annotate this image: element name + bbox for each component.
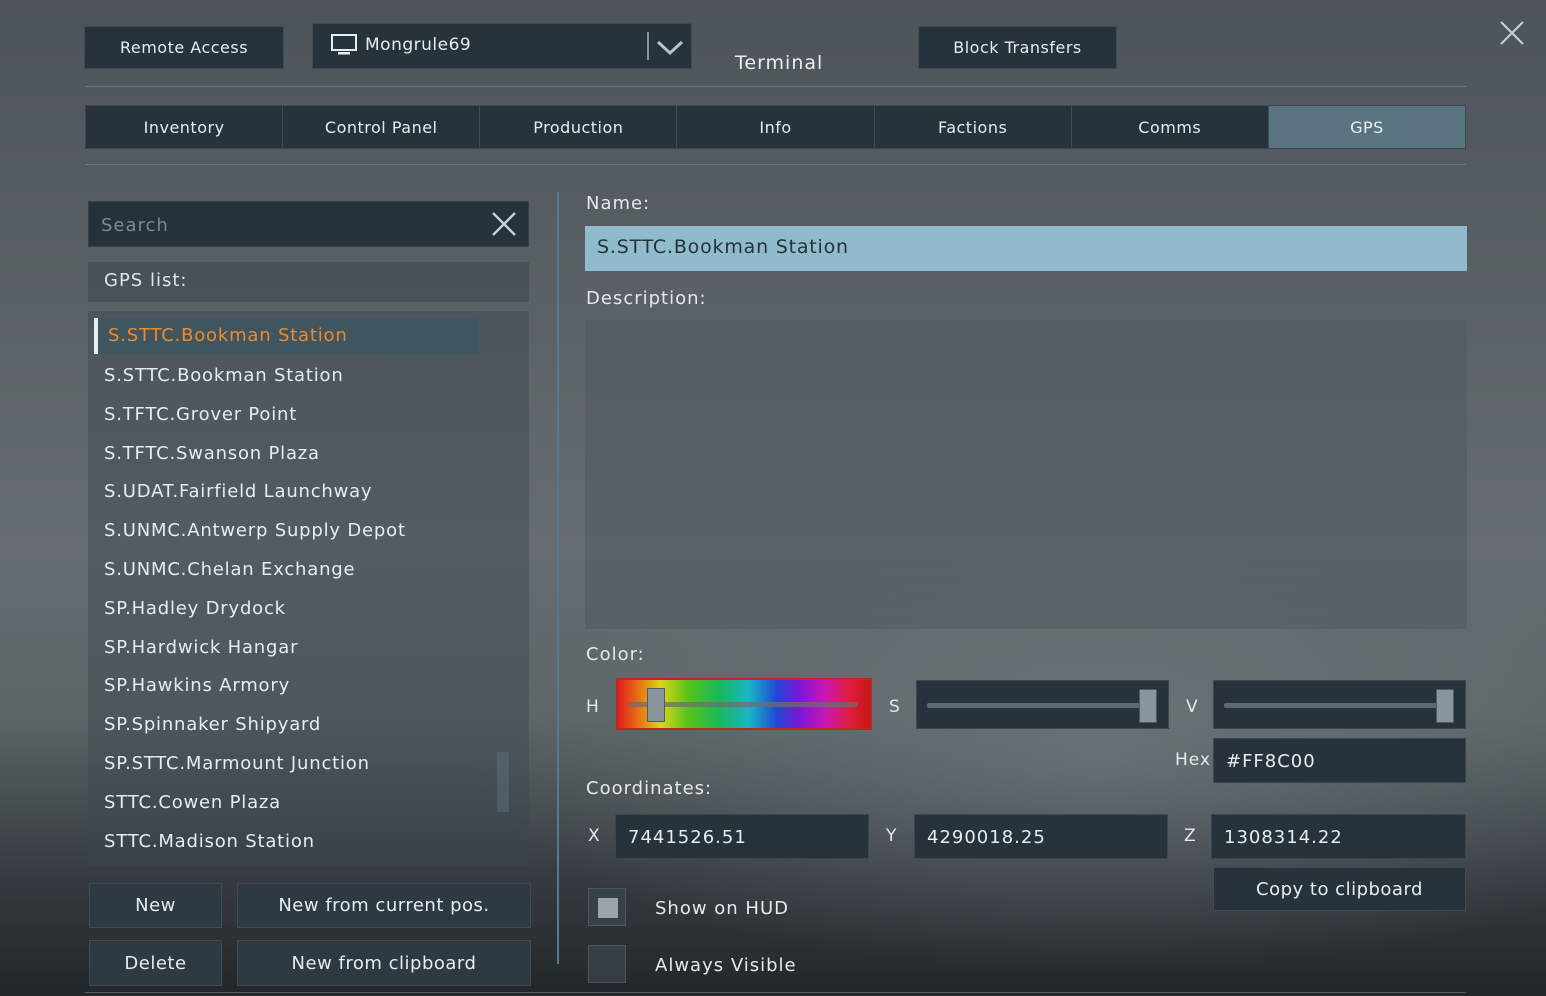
page-title: Terminal xyxy=(735,52,824,74)
saturation-slider[interactable] xyxy=(916,680,1169,729)
tab-label: Production xyxy=(533,117,624,137)
show-on-hud-label: Show on HUD xyxy=(655,898,790,919)
list-item[interactable]: S.TFTC.Grover Point xyxy=(104,397,297,433)
z-coordinate-field[interactable]: 1308314.22 xyxy=(1211,814,1466,859)
list-item[interactable]: SP.Hardwick Hangar xyxy=(104,630,298,666)
tab-label: Control Panel xyxy=(324,117,438,137)
remote-access-label: Remote Access xyxy=(119,38,249,57)
new-from-clipboard-label: New from clipboard xyxy=(291,952,477,974)
search-input[interactable]: Search xyxy=(88,201,529,247)
hue-slider-thumb[interactable] xyxy=(647,688,666,722)
list-item[interactable]: STTC.Cowen Plaza xyxy=(104,785,281,821)
tab-label: Comms xyxy=(1138,117,1202,137)
tab-label: GPS xyxy=(1350,117,1384,137)
value-slider[interactable] xyxy=(1213,680,1466,729)
tab-gps[interactable]: GPS xyxy=(1268,106,1465,148)
y-coordinate-field[interactable]: 4290018.25 xyxy=(914,814,1168,859)
list-item[interactable]: SP.Hawkins Armory xyxy=(104,668,290,704)
saturation-track xyxy=(927,703,1155,708)
hex-field[interactable]: #FF8C00 xyxy=(1213,738,1466,783)
saturation-label: S xyxy=(889,697,901,717)
x-coordinate-field[interactable]: 7441526.51 xyxy=(615,814,869,859)
selector-divider xyxy=(647,32,649,60)
always-visible-checkbox[interactable] xyxy=(588,945,626,983)
list-item[interactable]: S.UNMC.Chelan Exchange xyxy=(104,552,355,588)
chevron-down-icon[interactable] xyxy=(655,34,685,60)
footer-divider xyxy=(85,992,1466,993)
copy-to-clipboard-button[interactable]: Copy to clipboard xyxy=(1213,867,1466,911)
grid-selector[interactable]: Mongrule69 xyxy=(312,23,692,69)
color-label: Color: xyxy=(586,644,645,665)
tab-label: Factions xyxy=(937,117,1008,137)
tab-info[interactable]: Info xyxy=(677,106,875,148)
coordinates-label: Coordinates: xyxy=(586,778,713,799)
description-label: Description: xyxy=(586,288,707,309)
delete-button[interactable]: Delete xyxy=(89,940,222,986)
hex-value: #FF8C00 xyxy=(1226,751,1316,772)
hex-label: Hex xyxy=(1175,750,1212,770)
new-from-clipboard-button[interactable]: New from clipboard xyxy=(237,940,531,986)
list-item[interactable]: S.TFTC.Swanson Plaza xyxy=(104,436,320,472)
tab-comms[interactable]: Comms xyxy=(1072,106,1269,148)
new-from-current-pos-button[interactable]: New from current pos. xyxy=(237,883,531,928)
list-scrollbar[interactable] xyxy=(497,752,509,812)
description-field[interactable] xyxy=(585,320,1467,629)
copy-to-clipboard-label: Copy to clipboard xyxy=(1256,878,1423,900)
value-slider-thumb[interactable] xyxy=(1436,689,1454,723)
x-label: X xyxy=(588,826,601,846)
list-item[interactable]: SP.STTC.Marmount Junction xyxy=(104,746,370,782)
list-item[interactable]: S.STTC.Bookman Station xyxy=(94,318,479,354)
list-item[interactable]: SP.Spinnaker Shipyard xyxy=(104,707,321,743)
tab-production[interactable]: Production xyxy=(480,106,678,148)
name-field[interactable]: S.STTC.Bookman Station xyxy=(585,226,1467,271)
new-button[interactable]: New xyxy=(89,883,222,928)
show-on-hud-checkbox[interactable] xyxy=(588,888,626,926)
delete-button-label: Delete xyxy=(124,952,187,974)
tab-bar: Inventory Control Panel Production Info … xyxy=(85,105,1466,149)
name-label: Name: xyxy=(586,193,651,214)
monitor-icon xyxy=(331,34,357,56)
checkbox-check-mark xyxy=(598,898,618,918)
tabs-divider xyxy=(85,164,1466,165)
close-icon[interactable] xyxy=(1498,19,1526,47)
value-label: V xyxy=(1186,697,1199,717)
block-transfers-label: Block Transfers xyxy=(953,38,1082,57)
tab-inventory[interactable]: Inventory xyxy=(86,106,284,148)
saturation-slider-thumb[interactable] xyxy=(1139,689,1157,723)
always-visible-label: Always Visible xyxy=(655,955,797,976)
gps-list-title: GPS list: xyxy=(88,262,529,302)
new-button-label: New xyxy=(135,895,176,916)
tab-label: Info xyxy=(759,117,792,137)
list-item[interactable]: SP.Hadley Drydock xyxy=(104,591,286,627)
y-label: Y xyxy=(886,826,898,846)
grid-selector-value: Mongrule69 xyxy=(365,35,472,55)
z-value: 1308314.22 xyxy=(1224,827,1343,848)
header-divider xyxy=(85,86,1466,87)
list-item[interactable]: S.STTC.Bookman Station xyxy=(104,358,344,394)
hue-slider[interactable] xyxy=(616,678,872,730)
clear-search-icon[interactable] xyxy=(490,210,518,238)
list-item[interactable]: S.UDAT.Fairfield Launchway xyxy=(104,474,372,510)
tab-factions[interactable]: Factions xyxy=(875,106,1072,148)
x-value: 7441526.51 xyxy=(628,827,747,848)
y-value: 4290018.25 xyxy=(927,827,1046,848)
gps-list[interactable]: S.STTC.Bookman Station S.STTC.Bookman St… xyxy=(88,311,529,866)
tab-control-panel[interactable]: Control Panel xyxy=(283,106,481,148)
block-transfers-button[interactable]: Block Transfers xyxy=(918,26,1117,69)
hue-label: H xyxy=(586,697,600,717)
remote-access-button[interactable]: Remote Access xyxy=(84,26,284,69)
list-item[interactable]: S.UNMC.Antwerp Supply Depot xyxy=(104,513,406,549)
value-track xyxy=(1224,703,1452,708)
z-label: Z xyxy=(1184,826,1197,846)
list-item[interactable]: STTC.Madison Station xyxy=(104,824,315,860)
search-placeholder: Search xyxy=(101,215,169,236)
panel-separator xyxy=(557,192,559,964)
name-value: S.STTC.Bookman Station xyxy=(597,236,849,258)
new-from-current-label: New from current pos. xyxy=(278,895,490,916)
tab-label: Inventory xyxy=(143,117,225,137)
